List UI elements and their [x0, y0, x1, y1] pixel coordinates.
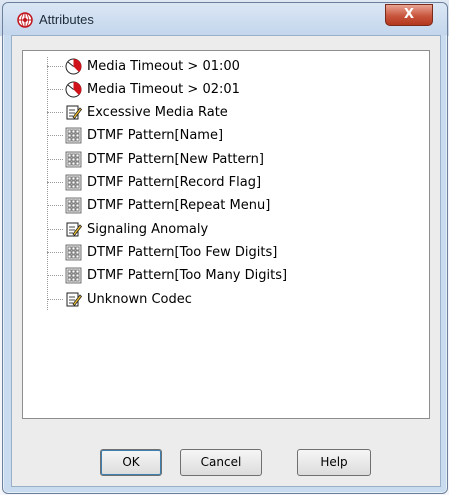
close-icon: X: [403, 7, 415, 22]
title-bar[interactable]: Attributes X: [3, 3, 447, 35]
tree-connector: [47, 112, 63, 114]
tree-item-label: Media Timeout > 02:01: [87, 81, 240, 97]
tree-connector: [47, 275, 63, 277]
tree-item-label: Unknown Codec: [87, 291, 192, 307]
keypad-icon: [65, 267, 82, 284]
edit-document-icon: [65, 221, 83, 238]
tree-item-label: DTMF Pattern[Name]: [87, 128, 224, 144]
timer-icon: [65, 81, 82, 98]
tree-item[interactable]: DTMF Pattern[Repeat Menu]: [47, 195, 270, 217]
tree-item-label: DTMF Pattern[New Pattern]: [87, 151, 264, 167]
tree-item-label: Signaling Anomaly: [87, 221, 209, 237]
tree-item[interactable]: Unknown Codec: [47, 288, 192, 310]
tree-item-label: DTMF Pattern[Too Many Digits]: [87, 268, 288, 284]
attributes-dialog: Attributes X Media Timeout > 01:00 Media …: [2, 2, 448, 494]
dialog-body: Media Timeout > 01:00 Media Timeout > 02:…: [11, 35, 441, 487]
tree-connector: [47, 158, 63, 160]
keypad-icon: [65, 151, 82, 168]
timer-icon: [65, 58, 82, 75]
tree-connector: [47, 205, 63, 207]
tree-connector: [47, 298, 63, 300]
tree-item[interactable]: DTMF Pattern[New Pattern]: [47, 148, 264, 170]
keypad-icon: [65, 174, 82, 191]
tree-connector: [47, 228, 63, 230]
ok-button[interactable]: OK: [100, 449, 162, 476]
tree-item-label: DTMF Pattern[Record Flag]: [87, 175, 262, 190]
edit-document-icon: [65, 104, 83, 121]
keypad-icon: [65, 127, 82, 144]
tree-item[interactable]: DTMF Pattern[Name]: [47, 125, 223, 147]
help-button[interactable]: Help: [297, 449, 371, 476]
tree-connector: [47, 65, 63, 67]
tree-connector: [47, 135, 63, 137]
network-globe-icon: [17, 12, 33, 28]
tree-item[interactable]: DTMF Pattern[Record Flag]: [47, 172, 261, 194]
tree-item-label: Excessive Media Rate: [87, 105, 228, 121]
close-button[interactable]: X: [385, 4, 433, 26]
tree-item[interactable]: Excessive Media Rate: [47, 102, 228, 124]
tree-connector: [47, 182, 63, 183]
dialog-title: Attributes: [39, 12, 94, 27]
tree-item[interactable]: DTMF Pattern[Too Few Digits]: [47, 241, 277, 263]
tree-item-label: DTMF Pattern[Repeat Menu]: [87, 198, 271, 214]
tree-item[interactable]: Signaling Anomaly: [47, 218, 208, 240]
tree-connector: [47, 251, 63, 253]
attributes-tree[interactable]: Media Timeout > 01:00 Media Timeout > 02:…: [22, 50, 430, 419]
cancel-button[interactable]: Cancel: [180, 449, 262, 476]
edit-document-icon: [65, 291, 83, 308]
tree-item[interactable]: DTMF Pattern[Too Many Digits]: [47, 265, 287, 287]
keypad-icon: [65, 197, 82, 214]
tree-item-label: Media Timeout > 01:00: [87, 58, 240, 74]
tree-item[interactable]: Media Timeout > 02:01: [47, 78, 240, 100]
tree-item-label: DTMF Pattern[Too Few Digits]: [87, 244, 278, 260]
tree-item[interactable]: Media Timeout > 01:00: [47, 55, 240, 77]
tree-connector: [47, 88, 63, 90]
keypad-icon: [65, 244, 82, 261]
